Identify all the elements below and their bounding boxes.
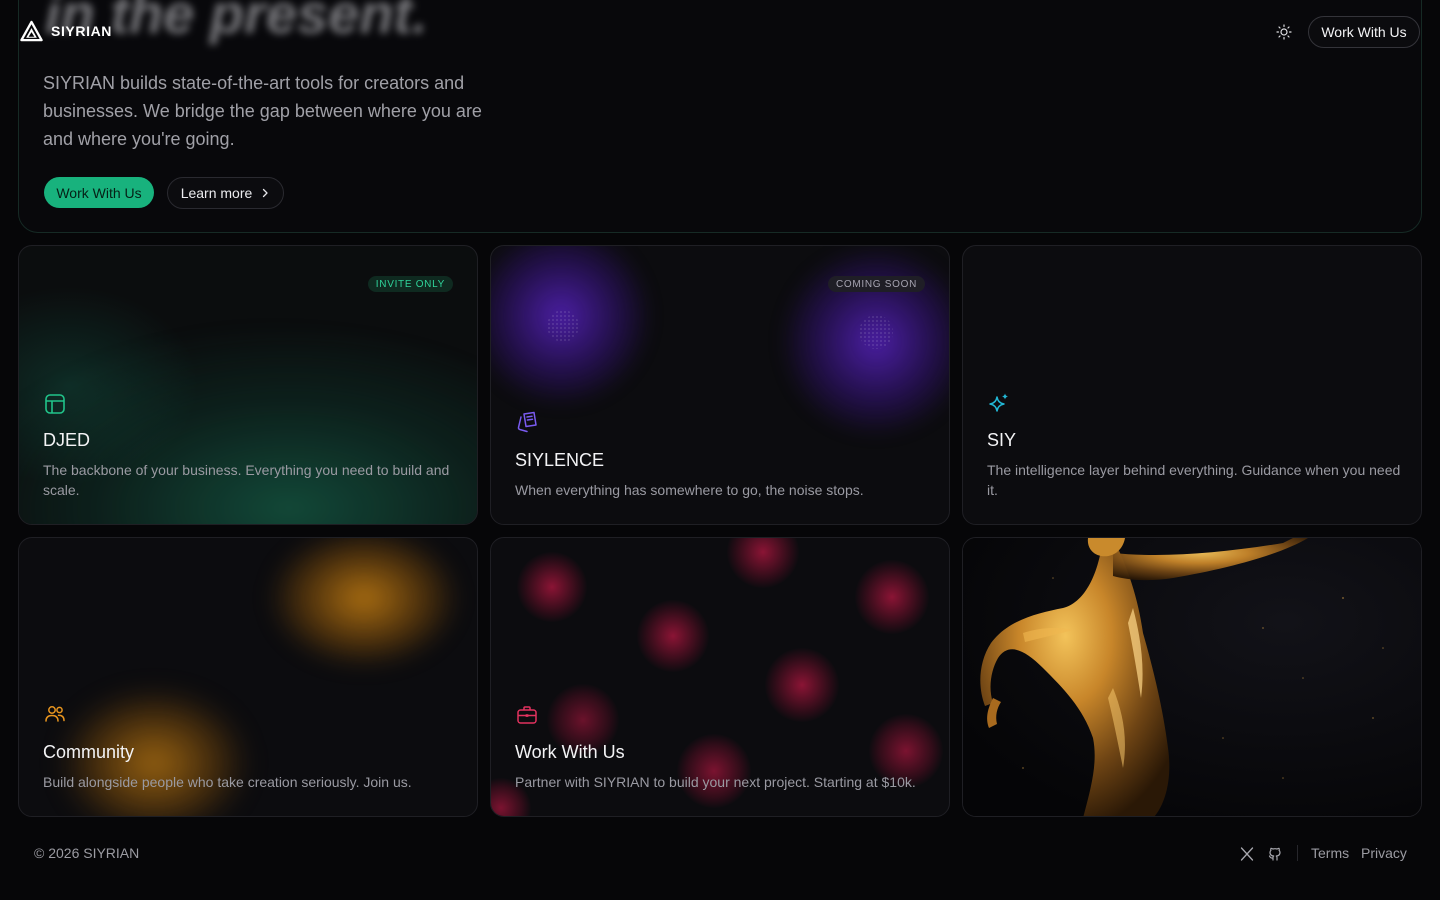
amber-glow-top xyxy=(269,538,459,668)
top-navigation: SIYRIAN Work With Us xyxy=(0,0,1440,64)
card-title: SIY xyxy=(987,430,1017,450)
card-description: Partner with SIYRIAN to build your next … xyxy=(515,774,916,790)
hero-learn-more-button[interactable]: Learn more xyxy=(167,177,284,209)
terms-link[interactable]: Terms xyxy=(1311,845,1349,861)
copyright-text: © 2026 SIYRIAN xyxy=(34,845,140,861)
card-title: Community xyxy=(43,742,135,762)
layout-icon xyxy=(45,394,65,414)
card-community[interactable]: Community Build alongside people who tak… xyxy=(18,537,478,817)
card-work-with-us[interactable]: Work With Us Partner with SIYRIAN to bui… xyxy=(490,537,950,817)
card-description: When everything has somewhere to go, the… xyxy=(515,482,864,498)
theme-toggle-button[interactable] xyxy=(1274,22,1294,42)
hero-copy: SIYRIAN builds state-of-the-art tools fo… xyxy=(43,73,482,149)
sun-icon xyxy=(1276,24,1292,40)
crimson-glow xyxy=(637,600,709,672)
card-description: The backbone of your business. Everythin… xyxy=(43,462,450,498)
sparkles-icon xyxy=(989,393,1008,412)
privacy-link[interactable]: Privacy xyxy=(1361,845,1407,861)
invite-only-badge: INVITE ONLY xyxy=(367,276,453,292)
golden-figure-image xyxy=(962,537,1422,817)
briefcase-icon xyxy=(517,706,537,724)
github-icon[interactable] xyxy=(1267,846,1283,862)
hero-primary-label: Work With Us xyxy=(56,184,142,201)
crimson-glow xyxy=(677,734,751,808)
product-card-siylence[interactable]: COMING SOON SIYLENCE When everything has… xyxy=(490,245,950,525)
dot-pattern xyxy=(547,310,579,342)
card-description: The intelligence layer behind everything… xyxy=(987,462,1401,498)
dot-pattern xyxy=(859,315,893,349)
product-card-djed[interactable]: INVITE ONLY DJED The backbone of your bu… xyxy=(18,245,478,525)
coming-soon-badge: COMING SOON xyxy=(827,276,925,292)
crimson-glow xyxy=(855,560,929,634)
crimson-glow xyxy=(517,552,587,622)
card-title: DJED xyxy=(43,430,91,450)
crimson-glow xyxy=(727,538,799,588)
card-title: Work With Us xyxy=(515,742,625,762)
notes-icon xyxy=(517,411,537,433)
footer-divider xyxy=(1297,845,1298,861)
x-icon[interactable] xyxy=(1239,846,1255,862)
hero-work-with-us-button[interactable]: Work With Us xyxy=(44,177,154,208)
crimson-glow xyxy=(765,648,839,722)
brand-name: SIYRIAN xyxy=(51,23,112,39)
triangle-logo-icon xyxy=(20,20,43,42)
card-description: Build alongside people who take creation… xyxy=(43,774,412,790)
chevron-right-icon xyxy=(263,188,268,198)
golden-figure-illustration xyxy=(963,538,1421,816)
brand-logo[interactable]: SIYRIAN xyxy=(20,20,112,42)
users-icon xyxy=(45,706,65,722)
hero-secondary-label: Learn more xyxy=(180,185,253,201)
header-work-with-us-button[interactable]: Work With Us xyxy=(1308,16,1420,48)
product-card-siy[interactable]: SIY The intelligence layer behind everyt… xyxy=(962,245,1422,525)
card-title: SIYLENCE xyxy=(515,450,605,470)
green-wave-glow xyxy=(19,286,199,486)
